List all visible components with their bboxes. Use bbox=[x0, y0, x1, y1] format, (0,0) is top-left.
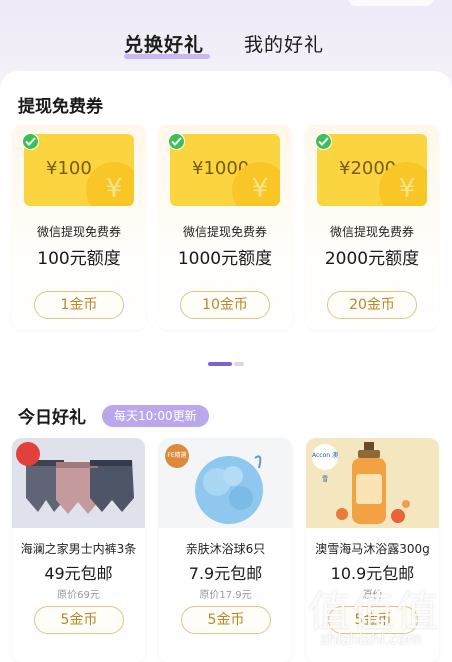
yuan-coin-icon: ¥ bbox=[86, 162, 134, 206]
carousel-dot bbox=[234, 362, 244, 366]
product-card[interactable]: FE精選 亲肤沐浴球6只 7.9元包邮 原价17.9元 5金币 bbox=[159, 438, 292, 662]
carousel-indicator bbox=[208, 362, 244, 366]
coupon-card[interactable]: ¥100 ¥ 微信提现免费券 100元额度 1金币 bbox=[12, 125, 146, 330]
wechat-icon bbox=[315, 133, 332, 150]
top-pill bbox=[348, 0, 434, 6]
redeem-button[interactable]: 5金币 bbox=[181, 606, 271, 634]
underwear-image bbox=[12, 438, 145, 528]
product-card[interactable]: Accon 澳雪 澳雪海马沐浴露300g 10.9元包邮 原价 5金币 bbox=[306, 438, 439, 662]
redeem-button[interactable]: 5金币 bbox=[328, 606, 418, 634]
tab-active-indicator bbox=[124, 54, 210, 59]
coupon-card[interactable]: ¥1000 ¥ 微信提现免费券 1000元额度 10金币 bbox=[158, 125, 292, 330]
coupon-quota: 1000元额度 bbox=[177, 249, 273, 269]
wechat-icon bbox=[168, 133, 185, 150]
coupon-ticket: ¥2000 ¥ bbox=[317, 134, 427, 206]
redeem-button[interactable]: 10金币 bbox=[180, 291, 270, 319]
coupon-ticket: ¥100 ¥ bbox=[24, 134, 134, 206]
coupon-desc: 微信提现免费券 bbox=[36, 225, 121, 239]
tab-exchange-gifts[interactable]: 兑换好礼 bbox=[124, 30, 204, 57]
redeem-button[interactable]: 1金币 bbox=[34, 291, 124, 319]
body-wash-image: Accon 澳雪 bbox=[306, 438, 439, 528]
haier-logo-icon bbox=[16, 442, 40, 466]
product-original-price: 原价 bbox=[362, 590, 383, 601]
section-title-today: 今日好礼 bbox=[18, 408, 86, 428]
coupon-quota: 2000元额度 bbox=[324, 249, 420, 269]
redeem-button[interactable]: 5金币 bbox=[34, 606, 124, 634]
carousel-dot-active bbox=[208, 362, 232, 366]
product-name: 亲肤沐浴球6只 bbox=[185, 542, 266, 556]
product-name: 海澜之家男士内裤3条 bbox=[20, 542, 137, 556]
product-card[interactable]: 海澜之家男士内裤3条 49元包邮 原价69元 5金币 bbox=[12, 438, 145, 662]
product-original-price: 原价69元 bbox=[57, 590, 100, 601]
product-price: 10.9元包邮 bbox=[330, 564, 415, 583]
product-original-price: 原价17.9元 bbox=[199, 590, 252, 601]
product-name: 澳雪海马沐浴露300g bbox=[315, 542, 430, 556]
coupon-card[interactable]: ¥2000 ¥ 微信提现免费券 2000元额度 20金币 bbox=[305, 125, 439, 330]
product-price: 49元包邮 bbox=[44, 564, 113, 583]
redeem-button[interactable]: 20金币 bbox=[327, 291, 417, 319]
product-price: 7.9元包邮 bbox=[188, 564, 263, 583]
update-time-badge: 每天10:00更新 bbox=[102, 405, 209, 427]
tab-my-gifts[interactable]: 我的好礼 bbox=[244, 30, 324, 57]
top-header: 兑换好礼 我的好礼 bbox=[0, 0, 452, 70]
coupon-ticket: ¥1000 ¥ bbox=[170, 134, 280, 206]
wechat-icon bbox=[22, 133, 39, 150]
accon-logo-icon: Accon 澳雪 bbox=[312, 444, 338, 483]
coupon-desc: 微信提现免费券 bbox=[182, 225, 267, 239]
coupon-desc: 微信提现免费券 bbox=[329, 225, 414, 239]
brand-logo-icon: FE精選 bbox=[165, 444, 189, 468]
coupon-quota: 100元额度 bbox=[37, 249, 121, 269]
coupon-amount: ¥100 bbox=[46, 158, 92, 179]
bath-ball-image: FE精選 bbox=[159, 438, 292, 528]
section-title-withdraw: 提现免费券 bbox=[18, 97, 103, 117]
